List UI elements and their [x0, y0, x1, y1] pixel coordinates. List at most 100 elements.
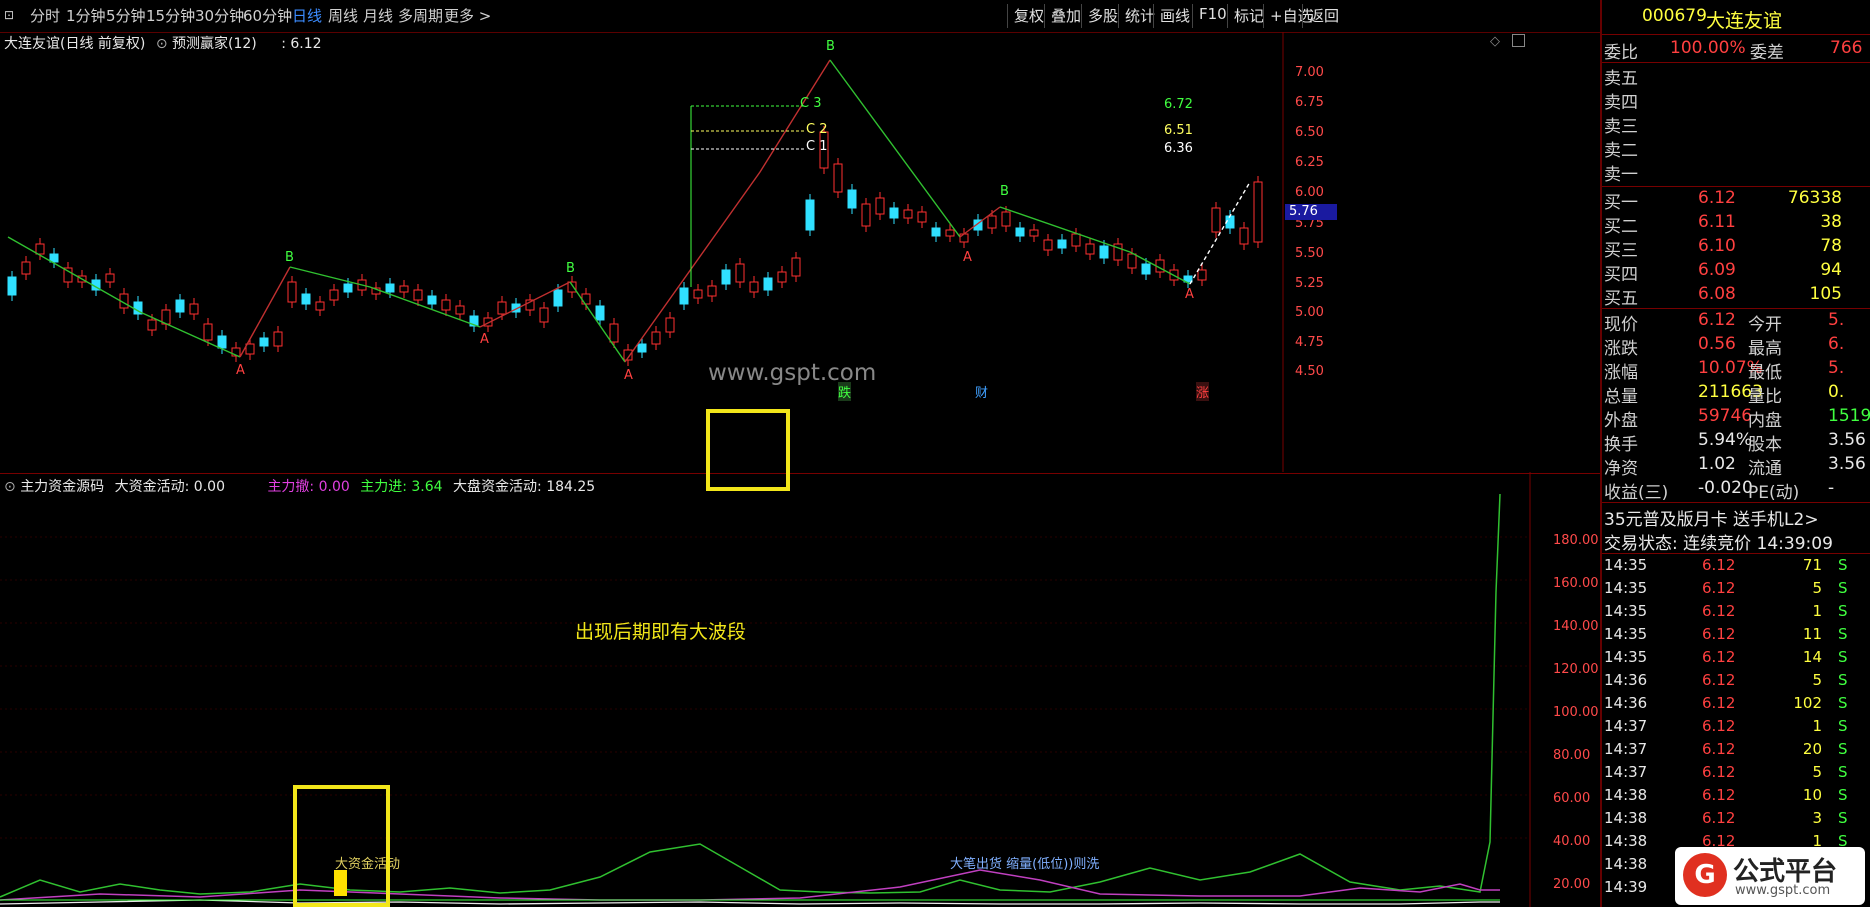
price-tick: 5.50: [1295, 246, 1324, 261]
event-tag-finance[interactable]: 财: [975, 382, 988, 401]
tick-row: 14:37 6.12 1 S: [1604, 717, 1848, 735]
candle: [329, 289, 339, 301]
tab-30min[interactable]: 30分钟: [195, 5, 244, 26]
tab-1min[interactable]: 1分钟: [66, 5, 106, 26]
logo-badge: G 公式平台 www.gspt.com: [1675, 847, 1865, 905]
collapse-icon[interactable]: ⊡: [4, 8, 14, 22]
tab-multi-period[interactable]: 多周期: [398, 5, 443, 26]
indicator-tick: 180.00: [1553, 533, 1599, 548]
order-ratio-row: 委比 100.00% 委差 766: [1604, 38, 1863, 63]
stock-code: 000679: [1642, 6, 1707, 26]
candle: [889, 207, 899, 219]
candle: [1029, 229, 1039, 237]
target-value-2: 6.51: [1164, 123, 1193, 138]
tab-5min[interactable]: 5分钟: [106, 5, 146, 26]
candle: [287, 281, 297, 303]
candle: [1057, 239, 1067, 249]
tab-60min[interactable]: 60分钟: [243, 5, 292, 26]
tick-row: 14:36 6.12 102 S: [1604, 694, 1848, 712]
candle: [539, 307, 549, 323]
tick-row: 14:35 6.12 11 S: [1604, 625, 1848, 643]
price-tick: 7.00: [1295, 65, 1324, 80]
candle: [805, 199, 815, 231]
stock-name: 大连友谊: [1706, 10, 1783, 32]
candle: [721, 269, 731, 285]
buy-order-row[interactable]: 买三 6.10 78: [1602, 236, 1870, 261]
tick-row: 14:35 6.12 5 S: [1604, 579, 1848, 597]
candle: [1239, 227, 1249, 245]
candle: [553, 289, 563, 307]
candle: [735, 263, 745, 283]
candle: [707, 285, 717, 297]
candle: [147, 319, 157, 331]
buy-order-row[interactable]: 买四 6.09 94: [1602, 260, 1870, 285]
candle: [399, 285, 409, 293]
indicator-tick: 140.00: [1553, 619, 1599, 634]
candle: [1211, 207, 1221, 233]
wave-label-b: B: [285, 250, 294, 265]
event-tag-up[interactable]: 涨: [1196, 382, 1210, 401]
fund-flow-chart[interactable]: [0, 472, 1600, 907]
candle: [763, 277, 773, 291]
price-tick: 6.00: [1295, 185, 1324, 200]
candle: [581, 293, 591, 305]
candle: [791, 257, 801, 277]
target-c2-label: C 2: [806, 122, 828, 137]
tab-daily[interactable]: 日线: [292, 5, 322, 26]
buy-order-row[interactable]: 买一 6.12 76338: [1602, 188, 1870, 213]
candle: [945, 229, 955, 237]
candle: [917, 211, 927, 223]
candle: [7, 276, 17, 296]
wave-label-a: A: [236, 363, 245, 378]
candle: [189, 303, 199, 315]
highlight-box-chart: [706, 409, 790, 491]
candle: [1043, 239, 1053, 251]
candle: [21, 261, 31, 275]
price-tick: 6.25: [1295, 155, 1324, 170]
candle: [637, 343, 647, 353]
price-tick: 4.75: [1295, 335, 1324, 350]
draw-line-button[interactable]: 画线: [1153, 4, 1196, 28]
buy-order-row[interactable]: 买五 6.08 105: [1602, 284, 1870, 309]
target-lines: [690, 105, 805, 287]
logo-icon: G: [1683, 853, 1727, 897]
indicator-tick: 60.00: [1553, 791, 1591, 806]
buy-order-row[interactable]: 买二 6.11 38: [1602, 212, 1870, 237]
candle: [1141, 263, 1151, 275]
candle: [105, 273, 115, 283]
tab-monthly[interactable]: 月线: [363, 5, 393, 26]
wave-label-b: B: [1000, 184, 1009, 199]
tab-weekly[interactable]: 周线: [328, 5, 358, 26]
tab-minute-time[interactable]: 分时: [30, 5, 60, 26]
current-price-marker: 5.76: [1285, 204, 1337, 220]
promo-link[interactable]: 35元普及版月卡 送手机L2>: [1602, 505, 1870, 530]
wave-label-a: A: [963, 250, 972, 265]
candle: [987, 215, 997, 229]
candle: [245, 343, 255, 355]
event-tag-down[interactable]: 跌: [838, 382, 852, 401]
candle: [343, 283, 353, 293]
tick-row: 14:38 6.12 3 S: [1604, 809, 1848, 827]
candle: [1253, 181, 1263, 243]
candle: [1015, 227, 1025, 237]
candle: [175, 299, 185, 313]
quote-header: 000679 大连友谊: [1602, 6, 1870, 34]
grid-lines: [0, 536, 1530, 839]
tab-15min[interactable]: 15分钟: [146, 5, 195, 26]
trading-status: 交易状态: 连续竞价 14:39:09: [1604, 534, 1833, 554]
wave-label-a: A: [624, 368, 633, 383]
price-tick: 5.00: [1295, 305, 1324, 320]
candle: [665, 317, 675, 333]
quote-panel: 000679 大连友谊 委比 100.00% 委差 766 卖五 卖四 卖三 卖…: [1600, 0, 1870, 907]
candle: [301, 293, 311, 305]
sell-level-label: 卖四: [1604, 93, 1638, 113]
candle: [413, 289, 423, 301]
order-ratio-value: 100.00%: [1670, 38, 1746, 58]
candle: [931, 227, 941, 237]
tab-more[interactable]: 更多 >: [444, 5, 491, 26]
sell-level-label: 卖三: [1604, 117, 1638, 137]
quote-stat-row: 总量 211663 量比 0.: [1604, 382, 1845, 407]
back-button[interactable]: 返回: [1302, 4, 1345, 28]
big-sell-text: 大笔出货 缩量(低位))则洗: [950, 857, 1100, 872]
candle: [497, 301, 507, 315]
